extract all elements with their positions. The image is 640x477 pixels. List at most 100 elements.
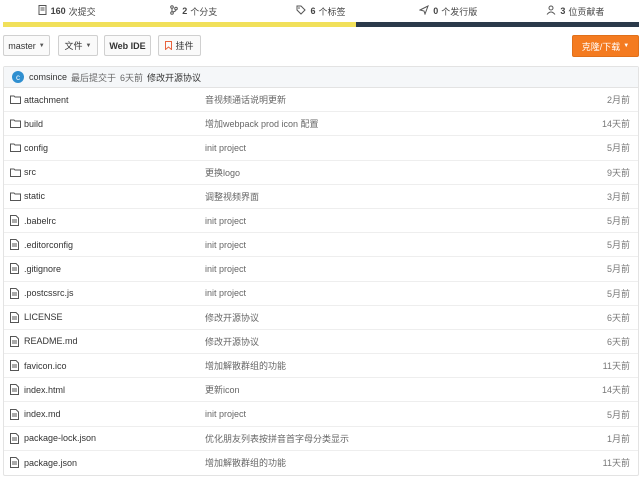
file-commit-message[interactable]: 增加解散群组的功能 [205,359,286,372]
file-name-link[interactable]: index.html [24,385,65,395]
tags-stat[interactable]: 6 个标签 [257,0,384,22]
file-icon [10,287,22,299]
file-commit-message[interactable]: init project [205,288,246,298]
file-icon [10,215,22,227]
file-name-link[interactable]: LICENSE [24,312,63,322]
file-commit-message[interactable]: init project [205,216,246,226]
file-name-link[interactable]: .editorconfig [24,240,73,250]
file-name-link[interactable]: src [24,167,36,177]
folder-icon [10,95,22,105]
table-row[interactable]: package-lock.json 优化朋友列表按拼音首字母分类显示 1月前 [4,427,638,451]
file-name-link[interactable]: package-lock.json [24,433,96,443]
folder-icon [10,143,22,153]
commit-prefix: 最后提交于 [71,72,117,83]
table-row[interactable]: build 增加webpack prod icon 配置 14天前 [4,112,638,137]
file-name-link[interactable]: attachment [24,95,69,105]
commit-icon [38,5,47,17]
table-row[interactable]: attachment 音视频通话说明更新 2月前 [4,88,638,113]
table-row[interactable]: favicon.ico 增加解散群组的功能 11天前 [4,354,638,379]
file-menu-label: 文件 [64,41,83,51]
table-row[interactable]: index.md init project 5月前 [4,402,638,427]
file-commit-message[interactable]: 调整视频界面 [205,190,259,203]
table-row[interactable]: config init project 5月前 [4,136,638,161]
branch-select[interactable]: master ▼ [3,35,50,56]
commits-stat[interactable]: 160 次提交 [3,0,130,22]
table-row[interactable]: src 更换logo 9天前 [4,161,638,185]
table-row[interactable]: LICENSE 修改开源协议 6天前 [4,306,638,330]
file-icon [10,408,22,420]
file-icon [10,239,22,251]
table-row[interactable]: README.md 修改开源协议 6天前 [4,330,638,355]
branch-icon [170,5,179,17]
tags-count: 6 [310,6,316,16]
file-commit-time: 6天前 [606,312,630,323]
clone-download-button[interactable]: 克隆/下载 ▼ [572,35,639,57]
file-commit-message[interactable]: 修改开源协议 [205,311,259,324]
chevron-down-icon: ▼ [85,42,92,49]
file-commit-time: 11天前 [602,361,630,372]
commits-label: 次提交 [68,6,96,17]
table-row[interactable]: index.html 更新icon 14天前 [4,378,638,403]
file-icon [10,335,22,347]
file-commit-time: 5月前 [606,288,630,299]
widget-button[interactable]: 挂件 [158,35,201,56]
file-commit-time: 5月前 [606,240,630,251]
file-name-link[interactable]: .babelrc [24,216,56,226]
table-row[interactable]: .editorconfig init project 5月前 [4,233,638,258]
file-name-link[interactable]: favicon.ico [24,361,67,371]
tags-label: 个标签 [318,6,346,17]
file-commit-message[interactable]: 修改开源协议 [205,335,259,348]
branches-label: 个分支 [190,6,218,17]
releases-count: 0 [433,6,439,16]
bookmark-icon [165,41,173,50]
file-commit-message[interactable]: 音视频通话说明更新 [205,93,286,106]
file-commit-time: 11天前 [602,458,630,469]
commit-time: 6天前 [120,72,144,83]
file-commit-time: 14天前 [601,385,630,396]
file-commit-time: 14天前 [601,119,630,130]
file-name-link[interactable]: .postcssrc.js [24,288,74,298]
file-commit-message[interactable]: init project [205,409,246,419]
file-icon [10,360,22,372]
commits-count: 160 [50,6,66,16]
file-commit-message[interactable]: 更换logo [205,166,240,179]
file-table: c comsince 最后提交于 6天前 修改开源协议 attachment 音视… [3,66,639,476]
file-commit-message[interactable]: init project [205,240,246,250]
file-icon [10,263,22,275]
branches-count: 2 [182,6,188,16]
table-row[interactable]: .gitignore init project 5月前 [4,257,638,282]
table-row[interactable]: .babelrc init project 5月前 [4,209,638,234]
file-commit-time: 1月前 [606,433,630,444]
commit-message[interactable]: 修改开源协议 [147,71,201,84]
file-commit-message[interactable]: 增加webpack prod icon 配置 [205,117,319,130]
releases-stat[interactable]: 0 个发行版 [385,0,512,22]
webide-button[interactable]: Web IDE [104,35,151,56]
file-name-link[interactable]: README.md [24,336,78,346]
file-name-link[interactable]: package.json [24,458,77,468]
file-name-link[interactable]: config [24,143,48,153]
table-row[interactable]: package.json 增加解散群组的功能 11天前 [4,451,638,475]
release-icon [418,4,430,17]
file-commit-message[interactable]: 更新icon [205,383,240,396]
file-name-link[interactable]: build [24,119,43,129]
avatar[interactable]: c [12,71,24,83]
branches-stat[interactable]: 2 个分支 [130,0,257,22]
file-commit-message[interactable]: init project [205,143,246,153]
folder-icon [10,119,22,129]
contributors-count: 3 [560,6,566,16]
file-name-link[interactable]: .gitignore [24,264,61,274]
table-row[interactable]: static 调整视频界面 3月前 [4,185,638,209]
folder-icon [10,168,22,177]
table-row[interactable]: .postcssrc.js init project 5月前 [4,282,638,306]
contributors-stat[interactable]: 3 位贡献者 [512,0,639,22]
file-commit-message[interactable]: 增加解散群组的功能 [205,456,286,469]
file-menu-button[interactable]: 文件 ▼ [58,35,98,56]
chevron-down-icon: ▼ [623,43,630,49]
file-list: attachment 音视频通话说明更新 2月前 build 增加webpack pro… [4,88,638,475]
file-name-link[interactable]: index.md [24,409,61,419]
commit-author[interactable]: comsince [29,72,67,82]
branch-select-label: master [8,40,36,51]
file-commit-message[interactable]: init project [205,264,246,274]
file-commit-message[interactable]: 优化朋友列表按拼音首字母分类显示 [205,432,349,445]
file-name-link[interactable]: static [24,191,45,201]
